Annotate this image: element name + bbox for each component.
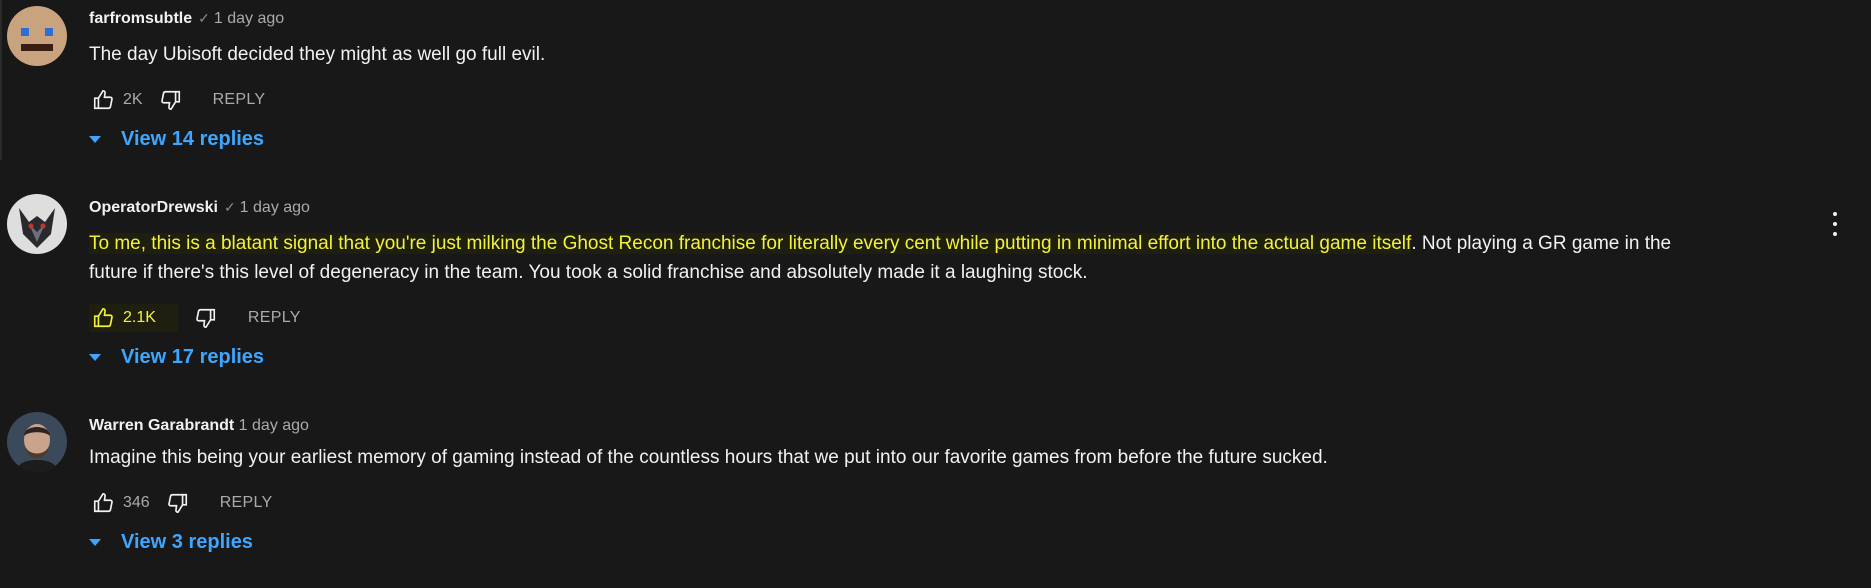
author-name[interactable]: farfromsubtle [89, 10, 192, 27]
reply-button[interactable]: REPLY [213, 91, 266, 109]
thumbs-up-icon [93, 308, 113, 328]
comment-text: To me, this is a blatant signal that you… [89, 229, 1671, 287]
comment-actions: 2.1K REPLY [89, 304, 301, 332]
dislike-button[interactable] [192, 304, 220, 332]
comment-text-rest: . Not playing a GR game in the [1411, 233, 1672, 254]
wolf-avatar-icon [7, 194, 67, 254]
comment-text: The day Ubisoft decided they might as we… [89, 40, 545, 69]
view-replies-button[interactable]: View 3 replies [87, 531, 253, 554]
author-name[interactable]: Warren Garabrandt [89, 417, 234, 434]
like-count: 2K [123, 91, 143, 108]
thumbs-down-icon [167, 493, 187, 513]
caret-down-icon [89, 354, 101, 361]
author-line: OperatorDrewski ✓ 1 day ago [89, 199, 310, 217]
comment-timestamp[interactable]: 1 day ago [240, 199, 310, 216]
author-name[interactable]: OperatorDrewski [89, 199, 218, 216]
view-replies-button[interactable]: View 17 replies [87, 346, 264, 369]
view-replies-label: View 3 replies [121, 531, 253, 553]
thumbs-down-icon [196, 308, 215, 328]
comment-timestamp[interactable]: 1 day ago [214, 10, 284, 27]
author-line: Warren Garabrandt 1 day ago [89, 417, 309, 435]
like-button[interactable] [89, 86, 117, 114]
person-photo-avatar-icon [7, 412, 67, 472]
verified-check-icon: ✓ [198, 10, 210, 26]
reply-button[interactable]: REPLY [220, 494, 273, 512]
thumbs-up-icon [93, 493, 113, 513]
more-options-icon[interactable] [1831, 212, 1839, 236]
dislike-button[interactable] [164, 489, 192, 517]
view-replies-label: View 17 replies [121, 346, 265, 368]
comment-text-line: To me, this is a blatant signal that you… [89, 229, 1671, 258]
like-button[interactable] [89, 489, 117, 517]
view-replies-label: View 14 replies [121, 128, 265, 150]
cartoon-face-avatar-icon [7, 6, 67, 66]
avatar[interactable] [7, 6, 67, 66]
like-count: 346 [123, 494, 150, 511]
view-replies-button[interactable]: View 14 replies [87, 128, 264, 151]
comment-text-line: Imagine this being your earliest memory … [89, 447, 1328, 468]
thumbs-up-icon [93, 90, 113, 110]
comment-text: Imagine this being your earliest memory … [89, 443, 1328, 472]
caret-down-icon [89, 136, 101, 143]
left-edge-divider [0, 0, 2, 160]
highlighted-text: To me, this is a blatant signal that you… [89, 233, 1412, 254]
comment-actions: 2K REPLY [89, 86, 265, 114]
comment-text-line: future if there's this level of degenera… [89, 262, 1088, 283]
caret-down-icon [89, 539, 101, 546]
reply-button[interactable]: REPLY [248, 309, 301, 327]
comment-timestamp[interactable]: 1 day ago [239, 417, 309, 434]
like-highlight-wrap: 2.1K [89, 304, 178, 332]
comment-actions: 346 REPLY [89, 489, 272, 517]
verified-check-icon: ✓ [223, 199, 236, 215]
avatar[interactable] [7, 194, 67, 254]
dislike-button[interactable] [157, 86, 185, 114]
avatar[interactable] [7, 412, 67, 472]
like-button[interactable] [89, 304, 117, 332]
comment-text-line: The day Ubisoft decided they might as we… [89, 44, 546, 65]
thumbs-down-icon [160, 90, 180, 110]
like-count: 2.1K [117, 309, 162, 327]
author-line: farfromsubtle ✓ 1 day ago [89, 10, 284, 28]
